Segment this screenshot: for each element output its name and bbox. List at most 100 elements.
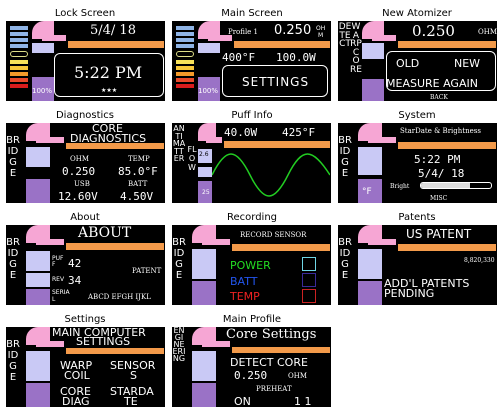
battery-gauge — [174, 24, 196, 96]
record-title: RECORD SENSOR — [240, 231, 307, 239]
temp-label: TEMP — [128, 155, 150, 163]
caption-puff-info: Puff Info — [231, 110, 273, 121]
temp-value: 85.0°F — [118, 165, 158, 178]
caption-settings: Settings — [64, 314, 106, 325]
temp-readout: 425°F — [282, 126, 316, 139]
back-button[interactable]: BACK — [430, 94, 448, 101]
side-label-engineering: ENGINEERING — [172, 327, 186, 363]
caption-lock-screen: Lock Screen — [54, 8, 116, 19]
caption-patents: Patents — [398, 212, 436, 223]
sensors-button[interactable]: SENSOR S — [110, 359, 164, 382]
profile-label[interactable]: Profile 1 — [228, 28, 258, 36]
rev-label: REV — [52, 276, 65, 283]
side-label-warp-core: WARP CORE — [350, 22, 362, 75]
core-line-2: DIAG — [62, 395, 90, 407]
ohms-unit-top: OH — [316, 25, 326, 32]
about-panel[interactable]: BRIDGE ABOUT PUF F 42 PATENT REV 34 SERI… — [6, 225, 165, 305]
side-label-flow: FLOW — [187, 145, 197, 172]
serial-value: ABCD EFGH IJKL — [88, 293, 151, 301]
misc-button[interactable]: MISC — [430, 195, 447, 202]
side-label-bridge: BRIDGE — [338, 237, 352, 281]
core-diag-button[interactable]: CORE DIAG — [54, 385, 106, 407]
batt-value: 4.50V — [120, 190, 154, 203]
new-button[interactable]: NEW — [454, 57, 480, 70]
temp-checkbox[interactable] — [302, 289, 316, 303]
side-label-antimatter: ANTIMATTER — [172, 124, 186, 163]
rev-value: 34 — [68, 274, 82, 287]
stardate-button[interactable]: STARDA TE — [110, 385, 164, 407]
watt-setting[interactable]: 100.0W — [276, 51, 316, 64]
ohms-value: 0.250 — [234, 369, 268, 382]
side-label-bridge: BRIDGE — [6, 237, 20, 281]
system-title: StarDate & Brightness — [400, 127, 481, 135]
settings-title-2: SETTINGS — [76, 335, 131, 348]
patent-title: US PATENT — [406, 227, 472, 241]
caption-main-profile: Main Profile — [222, 314, 282, 325]
profile-title: Core Settings — [226, 327, 317, 342]
caption-about: About — [70, 212, 100, 223]
lock-stars: ★★★ — [101, 87, 118, 94]
unit-toggle[interactable]: °F — [362, 187, 372, 197]
battery-percent: 100% — [198, 87, 219, 95]
caption-main-screen: Main Screen — [221, 8, 283, 19]
ohm-label: OHM — [70, 155, 90, 163]
watts-readout: 40.0W — [224, 126, 258, 139]
ohms-unit: OHM — [288, 372, 308, 380]
date-display: 5/4/ 18 — [90, 23, 136, 38]
settings-panel[interactable]: BRIDGE MAIN COMPUTER SETTINGS WARP COIL … — [6, 327, 165, 407]
old-button[interactable]: OLD — [396, 57, 419, 70]
caption-recording: Recording — [226, 212, 277, 223]
tick-top: 2.6 — [199, 151, 209, 158]
side-label-bridge: BRIDGE — [6, 339, 20, 383]
puff-info-panel[interactable]: ANTIMATTER FLOW 2.6 25 40.0W 425°F — [172, 123, 331, 203]
power-checkbox[interactable] — [302, 257, 316, 271]
usb-label: USB — [74, 180, 90, 188]
diagnostics-panel[interactable]: BRIDGE CORE DIAGNOSTICS OHM TEMP 0.250 8… — [6, 123, 165, 203]
recording-panel[interactable]: BRIDGE RECORD SENSOR POWER BATT TEMP — [172, 225, 331, 305]
main-screen-panel[interactable]: 100% Profile 1 0.250 OH M 400°F 100.0W S… — [172, 21, 331, 101]
ohms-unit-bot: M — [318, 32, 324, 39]
temp-setting[interactable]: 400°F — [222, 51, 255, 64]
preheat-toggle[interactable]: ON — [234, 395, 251, 407]
ohms-unit: OHM — [478, 28, 497, 36]
record-power[interactable]: POWER — [230, 259, 271, 272]
ohms-value: 0.250 — [412, 22, 455, 40]
patent-number: 8,820,330 — [464, 257, 495, 264]
record-batt[interactable]: BATT — [230, 275, 257, 288]
settings-button[interactable]: SETTINGS — [242, 75, 309, 89]
ohm-value: 0.250 — [62, 165, 96, 178]
patent-label: PATENT — [132, 267, 162, 275]
sensor-line-2: S — [130, 369, 137, 382]
record-temp[interactable]: TEMP — [230, 290, 260, 303]
system-panel[interactable]: BRIDGE °F StarDate & Brightness 5:22 PM … — [338, 123, 497, 203]
preheat-value[interactable]: 1 1 — [294, 395, 312, 407]
preheat-label: PREHEAT — [256, 385, 292, 393]
star-line-2: TE — [124, 395, 138, 407]
battery-percent: 100% — [32, 87, 53, 95]
date-display[interactable]: 5/4/ 18 — [418, 167, 464, 180]
patents-panel[interactable]: BRIDGE US PATENT 8,820,330 ADD'L PATENTS… — [338, 225, 497, 305]
measure-again-button[interactable]: MEASURE AGAIN — [386, 77, 478, 90]
batt-label: BATT — [128, 180, 148, 188]
side-label-bridge: BRIDGE — [172, 237, 186, 281]
batt-checkbox[interactable] — [302, 273, 316, 287]
caption-new-atomizer: New Atomizer — [382, 8, 452, 19]
new-atomizer-panel[interactable]: DETECT WARP CORE 0.250 OHM OLD NEW MEASU… — [338, 21, 497, 101]
side-label-bridge: BRIDGE — [6, 135, 20, 179]
puff-value: 42 — [68, 257, 82, 270]
caption-system: System — [398, 110, 436, 121]
time-display: 5:22 PM — [74, 63, 143, 82]
lock-screen-panel[interactable]: 100% 5/4/ 18 5:22 PM ★★★ — [6, 21, 165, 101]
warp-coil-button[interactable]: WARP COIL — [54, 359, 106, 382]
usb-value: 12.60V — [58, 190, 98, 203]
brightness-slider[interactable] — [420, 182, 492, 189]
pending-line-2: PENDING — [384, 287, 435, 300]
time-display[interactable]: 5:22 PM — [414, 153, 460, 166]
ohms-value: 0.250 — [274, 23, 312, 38]
side-label-bridge: BRIDGE — [338, 135, 352, 179]
brightness-label: Bright — [390, 183, 410, 190]
warp-line-2: COIL — [64, 369, 90, 382]
main-profile-panel[interactable]: ENGINEERING Core Settings DETECT CORE 0.… — [172, 327, 331, 407]
tick-bottom: 25 — [202, 189, 210, 196]
detect-core-button[interactable]: DETECT CORE — [230, 356, 308, 369]
